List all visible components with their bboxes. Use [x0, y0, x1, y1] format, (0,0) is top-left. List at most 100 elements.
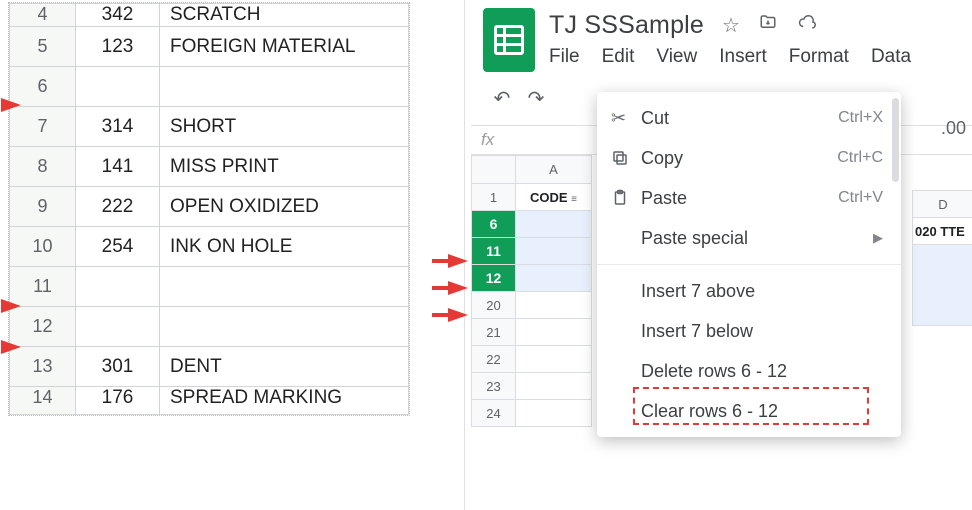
- menu-item-clear-rows[interactable]: Clear rows 6 - 12: [597, 391, 901, 431]
- table-row[interactable]: 1 CODE ≡: [472, 184, 592, 211]
- table-row[interactable]: 24: [472, 400, 592, 427]
- cell-code: [76, 267, 160, 307]
- table-row[interactable]: 11: [472, 238, 592, 265]
- arrow-icon: [448, 308, 468, 322]
- cell-desc: SCRATCH: [160, 4, 409, 27]
- cell[interactable]: [516, 319, 592, 346]
- undo-icon[interactable]: ↶: [491, 86, 513, 111]
- menu-insert[interactable]: Insert: [719, 46, 767, 68]
- context-menu: ✂ Cut Ctrl+X Copy Ctrl+C Paste Ctrl+V Pa…: [597, 92, 901, 437]
- menu-scrollbar[interactable]: [892, 98, 899, 182]
- scissors-icon: ✂: [611, 108, 641, 129]
- menu-item-label: Paste special: [641, 228, 873, 249]
- cell-code: [76, 67, 160, 107]
- menu-file[interactable]: File: [549, 46, 580, 68]
- column-header-a[interactable]: A: [516, 156, 592, 184]
- cell-desc: INK ON HOLE: [160, 227, 409, 267]
- cell-header-code[interactable]: CODE ≡: [516, 184, 592, 211]
- row-number-selected[interactable]: 12: [472, 265, 516, 292]
- cell-code: 254: [76, 227, 160, 267]
- menu-format[interactable]: Format: [789, 46, 849, 68]
- menu-item-label: Clear rows 6 - 12: [641, 401, 883, 422]
- table-row: 12: [10, 307, 409, 347]
- cell[interactable]: [516, 265, 592, 292]
- row-number[interactable]: 22: [472, 346, 516, 373]
- redo-icon[interactable]: ↷: [525, 86, 547, 111]
- menu-separator: [597, 264, 901, 265]
- menu-item-cut[interactable]: ✂ Cut Ctrl+X: [597, 98, 901, 138]
- table-row: 6: [10, 67, 409, 107]
- menu-item-label: Delete rows 6 - 12: [641, 361, 883, 382]
- cell-desc: FOREIGN MATERIAL: [160, 27, 409, 67]
- decimal-button[interactable]: .00: [941, 118, 966, 139]
- table-row: 10 254 INK ON HOLE: [10, 227, 409, 267]
- table-row: 13 301 DENT: [10, 347, 409, 387]
- menu-view[interactable]: View: [656, 46, 697, 68]
- row-number-selected[interactable]: 6: [472, 211, 516, 238]
- table-row: 14 176 SPREAD MARKING: [10, 387, 409, 415]
- cell-code: 301: [76, 347, 160, 387]
- table-row[interactable]: 20: [472, 292, 592, 319]
- move-folder-icon[interactable]: [758, 13, 778, 37]
- menu-item-label: Cut: [641, 108, 838, 129]
- star-icon[interactable]: ☆: [722, 13, 740, 38]
- menu-item-label: Insert 7 below: [641, 321, 883, 342]
- copy-icon: [611, 149, 641, 167]
- menu-item-copy[interactable]: Copy Ctrl+C: [597, 138, 901, 178]
- row-number[interactable]: 1: [472, 184, 516, 211]
- cell[interactable]: [516, 238, 592, 265]
- menu-item-accel: Ctrl+C: [837, 149, 883, 167]
- table-row: 9 222 OPEN OXIDIZED: [10, 187, 409, 227]
- menu-item-insert-below[interactable]: Insert 7 below: [597, 311, 901, 351]
- table-row[interactable]: 23: [472, 373, 592, 400]
- arrow-icon: [1, 299, 21, 313]
- menu-data[interactable]: Data: [871, 46, 911, 68]
- menubar: File Edit View Insert Format Data: [549, 46, 972, 68]
- table-row[interactable]: 12: [472, 265, 592, 292]
- title-bar: TJ SSSample ☆ File Edit View Insert Form…: [465, 0, 972, 72]
- select-all-corner[interactable]: [472, 156, 516, 184]
- cell-desc: SHORT: [160, 107, 409, 147]
- cell-code: 314: [76, 107, 160, 147]
- arrow-icon: [448, 254, 468, 268]
- left-table: 4 342 SCRATCH 5 123 FOREIGN MATERIAL 6 7…: [9, 3, 409, 415]
- cell-desc: SPREAD MARKING: [160, 387, 409, 415]
- row-number[interactable]: 21: [472, 319, 516, 346]
- table-row[interactable]: 22: [472, 346, 592, 373]
- table-row: 8 141 MISS PRINT: [10, 147, 409, 187]
- table-row: 4 342 SCRATCH: [10, 4, 409, 27]
- row-number: 14: [10, 387, 76, 415]
- row-number: 9: [10, 187, 76, 227]
- row-number-selected[interactable]: 11: [472, 238, 516, 265]
- menu-item-paste-special[interactable]: Paste special ▶: [597, 218, 901, 258]
- cell-header-code-label: CODE: [530, 190, 568, 205]
- cell[interactable]: [516, 346, 592, 373]
- cell[interactable]: [516, 400, 592, 427]
- cell-desc: OPEN OXIDIZED: [160, 187, 409, 227]
- row-number[interactable]: 20: [472, 292, 516, 319]
- menu-edit[interactable]: Edit: [602, 46, 635, 68]
- row-number: 10: [10, 227, 76, 267]
- cell[interactable]: [516, 292, 592, 319]
- cloud-status-icon[interactable]: [796, 13, 818, 37]
- cell-code: 141: [76, 147, 160, 187]
- cell-header-d[interactable]: 020 TTE: [912, 218, 972, 245]
- menu-item-delete-rows[interactable]: Delete rows 6 - 12: [597, 351, 901, 391]
- menu-item-paste[interactable]: Paste Ctrl+V: [597, 178, 901, 218]
- cell-selected-region[interactable]: [912, 245, 972, 326]
- fx-label: fx: [481, 130, 494, 150]
- row-number[interactable]: 24: [472, 400, 516, 427]
- table-row[interactable]: 6: [472, 211, 592, 238]
- cell[interactable]: [516, 373, 592, 400]
- table-row: 11: [10, 267, 409, 307]
- cell[interactable]: [516, 211, 592, 238]
- clipboard-icon: [611, 189, 641, 207]
- row-number: 7: [10, 107, 76, 147]
- filter-icon[interactable]: ≡: [571, 194, 577, 205]
- row-number[interactable]: 23: [472, 373, 516, 400]
- page-title[interactable]: TJ SSSample: [549, 11, 704, 40]
- table-row: 5 123 FOREIGN MATERIAL: [10, 27, 409, 67]
- table-row[interactable]: 21: [472, 319, 592, 346]
- column-header-d[interactable]: D: [912, 190, 972, 218]
- menu-item-insert-above[interactable]: Insert 7 above: [597, 271, 901, 311]
